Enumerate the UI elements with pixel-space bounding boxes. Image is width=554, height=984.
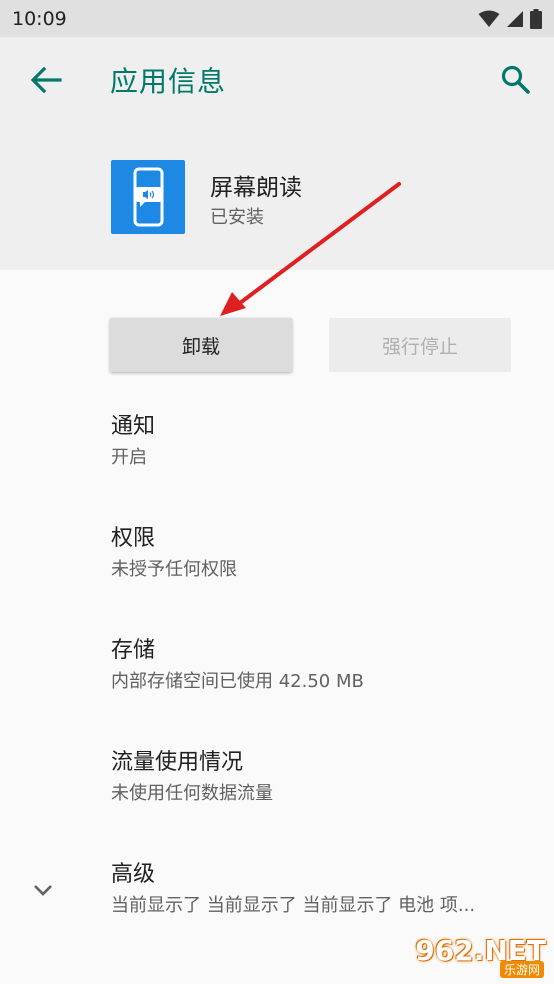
screen-reader-icon [133, 167, 164, 227]
search-icon[interactable] [500, 64, 532, 96]
app-name: 屏幕朗读 [210, 175, 302, 201]
list-item-advanced[interactable]: 高级 当前显示了 当前显示了 当前显示了 电池 项... [111, 860, 541, 920]
watermark-logo: 962.NET 乐游网 [415, 934, 546, 978]
status-time: 10:09 [12, 8, 67, 30]
list-item-title: 高级 [111, 862, 156, 887]
force-stop-button[interactable]: 强行停止 [329, 318, 511, 372]
list-item-summary: 当前显示了 当前显示了 当前显示了 电池 项... [111, 895, 476, 916]
app-header [0, 37, 554, 270]
list-item-summary: 未使用任何数据流量 [111, 783, 273, 804]
app-install-status: 已安装 [210, 207, 264, 228]
app-icon [111, 160, 185, 234]
signal-icon [507, 11, 523, 27]
chevron-down-icon[interactable] [30, 877, 56, 903]
list-item-notifications[interactable]: 通知 开启 [111, 412, 541, 472]
list-item-title: 存储 [111, 638, 156, 663]
list-item-summary: 未授予任何权限 [111, 559, 237, 580]
uninstall-button[interactable]: 卸载 [110, 318, 292, 372]
list-item-title: 流量使用情况 [111, 750, 244, 775]
list-item-summary: 开启 [111, 447, 147, 468]
status-bar: 10:09 [0, 0, 554, 37]
wifi-icon [478, 10, 500, 27]
status-icons [478, 8, 542, 30]
watermark-subtext: 乐游网 [499, 961, 544, 978]
list-item-permissions[interactable]: 权限 未授予任何权限 [111, 524, 541, 584]
battery-icon [530, 9, 542, 29]
back-arrow-icon[interactable] [28, 65, 62, 95]
page-title: 应用信息 [110, 65, 227, 98]
list-item-summary: 内部存储空间已使用 42.50 MB [111, 671, 364, 692]
list-item-storage[interactable]: 存储 内部存储空间已使用 42.50 MB [111, 636, 541, 696]
list-item-title: 权限 [111, 526, 156, 551]
list-item-title: 通知 [111, 414, 156, 439]
list-item-data-usage[interactable]: 流量使用情况 未使用任何数据流量 [111, 748, 541, 808]
